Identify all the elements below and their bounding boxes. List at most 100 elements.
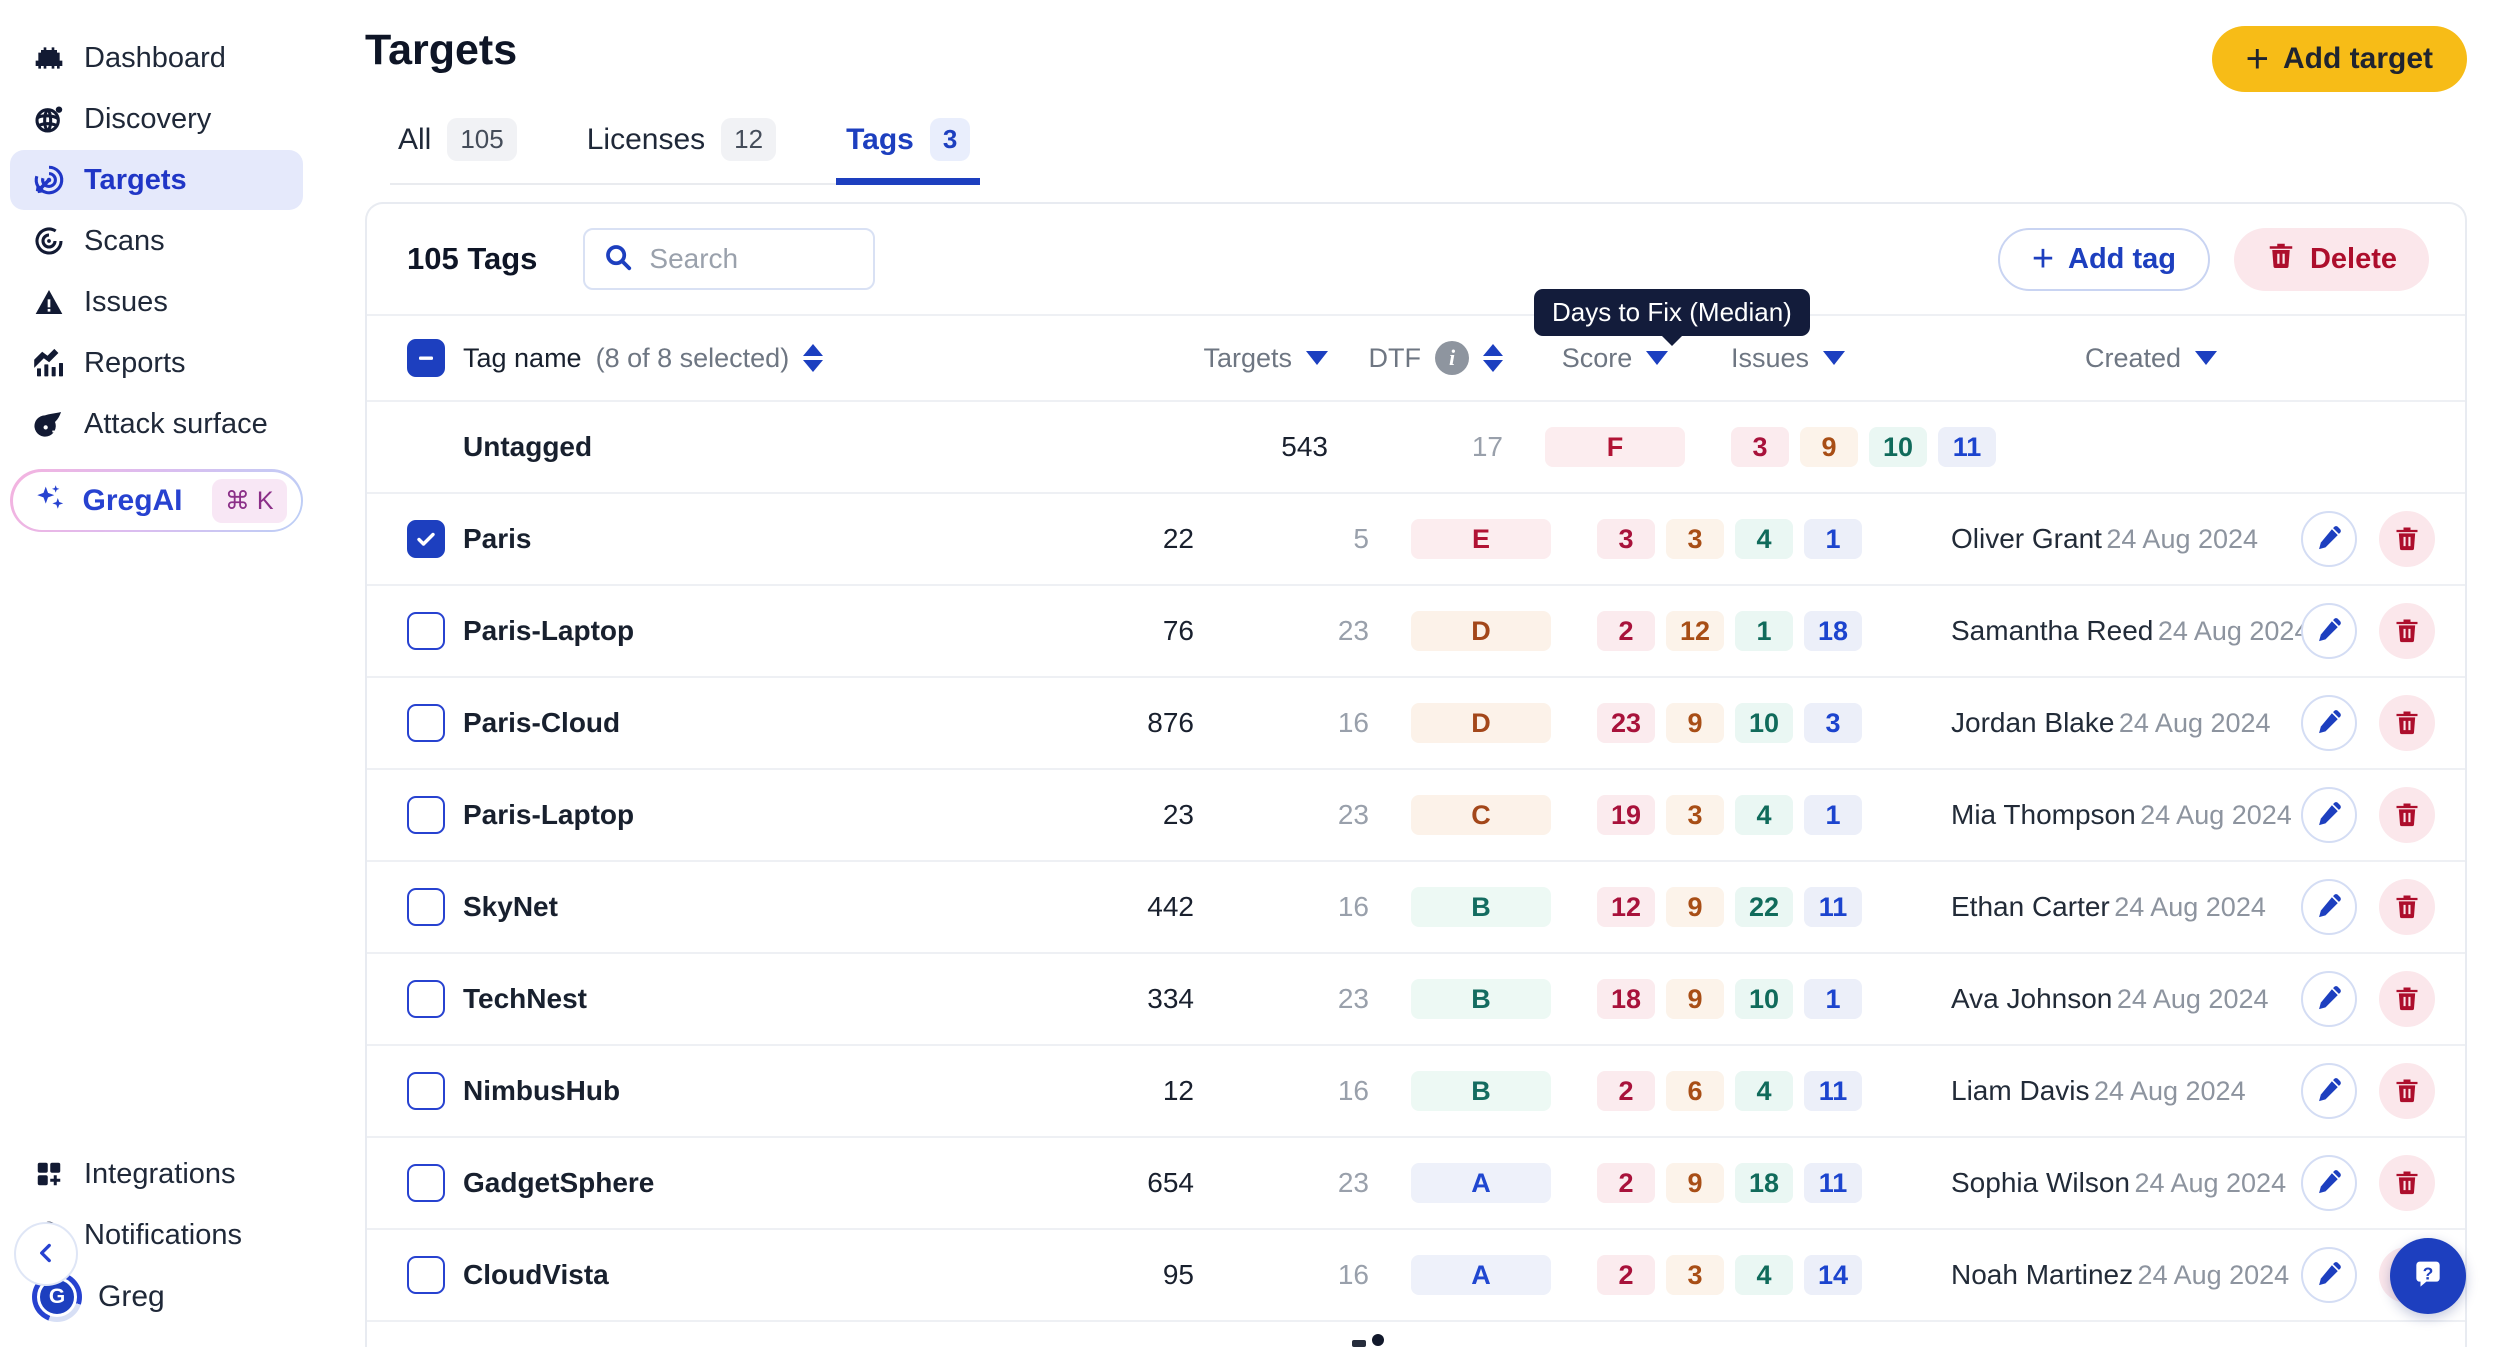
- add-tag-button[interactable]: + Add tag: [1998, 228, 2210, 291]
- delete-button[interactable]: Delete: [2234, 228, 2429, 291]
- row-checkbox[interactable]: [407, 1072, 445, 1110]
- row-checkbox[interactable]: [407, 796, 445, 834]
- sidebar-item-reports[interactable]: Reports: [10, 333, 303, 393]
- sidebar-item-label: Discovery: [84, 103, 211, 136]
- edit-tag-button[interactable]: [2301, 971, 2357, 1027]
- issue-count-badge: 11: [1804, 1163, 1862, 1203]
- edit-tag-button[interactable]: [2301, 695, 2357, 751]
- score-badge: B: [1411, 887, 1551, 927]
- search-input[interactable]: [649, 243, 855, 275]
- column-header-targets: Targets: [1203, 343, 1292, 374]
- collapse-sidebar-button[interactable]: [14, 1222, 78, 1286]
- tab-all[interactable]: All 105: [396, 110, 519, 183]
- row-checkbox[interactable]: [407, 888, 445, 926]
- warning-icon: [32, 285, 66, 319]
- row-checkbox[interactable]: [407, 1164, 445, 1202]
- delete-tag-button[interactable]: [2379, 695, 2435, 751]
- tag-name: Paris: [463, 523, 532, 555]
- edit-tag-button[interactable]: [2301, 1063, 2357, 1119]
- issue-count-badge: 2: [1597, 1071, 1655, 1111]
- issue-count-badge: 19: [1597, 795, 1655, 835]
- selection-summary: (8 of 8 selected): [596, 343, 790, 374]
- add-target-button[interactable]: + Add target: [2212, 26, 2467, 92]
- sidebar-item-label: Dashboard: [84, 42, 226, 75]
- svg-text:?: ?: [2423, 1263, 2434, 1283]
- tag-name: TechNest: [463, 983, 587, 1015]
- search-box[interactable]: [583, 228, 875, 290]
- next-row-partial: [1352, 1334, 1392, 1347]
- edit-tag-button[interactable]: [2301, 1247, 2357, 1303]
- info-icon[interactable]: i: [1435, 341, 1469, 375]
- sidebar-item-attack-surface[interactable]: Attack surface: [10, 394, 303, 454]
- edit-tag-button[interactable]: [2301, 787, 2357, 843]
- sidebar-item-targets[interactable]: Targets: [10, 150, 303, 210]
- row-checkbox[interactable]: [407, 1256, 445, 1294]
- delete-tag-button[interactable]: [2379, 879, 2435, 935]
- tab-bar: All 105 Licenses 12 Tags 3: [390, 110, 978, 185]
- issue-count-badge: 4: [1735, 795, 1793, 835]
- edit-tag-button[interactable]: [2301, 511, 2357, 567]
- issue-count-badge: 3: [1666, 519, 1724, 559]
- trash-icon: [2266, 240, 2296, 278]
- score-badge: F: [1545, 427, 1685, 467]
- target-icon: [32, 163, 66, 197]
- chevron-down-icon[interactable]: [1823, 351, 1845, 365]
- row-checkbox[interactable]: [407, 704, 445, 742]
- table-row: Paris-Cloud87616D239103Jordan Blake 24 A…: [367, 678, 2465, 770]
- row-checkbox[interactable]: [407, 612, 445, 650]
- created-by: Sophia Wilson: [1951, 1167, 2130, 1198]
- table-toolbar: 105 Tags + Add tag Delete: [367, 204, 2465, 316]
- select-all-checkbox[interactable]: [407, 339, 445, 377]
- table-row: Untagged54317F391011: [367, 402, 2465, 494]
- score-badge: C: [1411, 795, 1551, 835]
- delete-tag-button[interactable]: [2379, 971, 2435, 1027]
- chevron-left-icon: [33, 1240, 59, 1269]
- delete-tag-button[interactable]: [2379, 603, 2435, 659]
- table-row: Paris-Laptop7623D212118Samantha Reed 24 …: [367, 586, 2465, 678]
- sidebar-item-label: Attack surface: [84, 408, 268, 441]
- chevron-down-icon[interactable]: [2195, 351, 2217, 365]
- row-checkbox[interactable]: [407, 520, 445, 558]
- dtf-value: 16: [1338, 1075, 1369, 1107]
- sidebar-item-discovery[interactable]: Discovery: [10, 89, 303, 149]
- gregai-button[interactable]: GregAI ⌘ K: [10, 469, 303, 532]
- delete-tag-button[interactable]: [2379, 787, 2435, 843]
- sort-icon[interactable]: [1483, 344, 1503, 372]
- help-button[interactable]: ?: [2390, 1238, 2466, 1314]
- sidebar-item-dashboard[interactable]: Dashboard: [10, 28, 303, 88]
- edit-tag-button[interactable]: [2301, 879, 2357, 935]
- column-header-dtf: DTF: [1369, 343, 1421, 374]
- delete-tag-button[interactable]: [2379, 511, 2435, 567]
- globe-icon: [32, 102, 66, 136]
- issue-count-badge: 3: [1804, 703, 1862, 743]
- tag-name: Untagged: [463, 431, 592, 463]
- edit-tag-button[interactable]: [2301, 1155, 2357, 1211]
- issue-count-badge: 11: [1804, 887, 1862, 927]
- sidebar-item-label: Integrations: [84, 1158, 236, 1191]
- issue-count-badge: 10: [1735, 979, 1793, 1019]
- edit-tag-button[interactable]: [2301, 603, 2357, 659]
- created-by: Oliver Grant: [1951, 523, 2102, 554]
- tab-count-badge: 12: [721, 118, 776, 161]
- row-checkbox[interactable]: [407, 980, 445, 1018]
- sidebar-item-label: Targets: [84, 164, 187, 197]
- chevron-down-icon[interactable]: [1646, 351, 1668, 365]
- sort-icon[interactable]: [803, 344, 823, 372]
- table-header-row: Tag name (8 of 8 selected) Targets DTF i…: [367, 316, 2465, 402]
- created-date: 24 Aug 2024: [2138, 1260, 2290, 1290]
- sidebar-item-label: Notifications: [84, 1219, 242, 1252]
- sidebar-item-issues[interactable]: Issues: [10, 272, 303, 332]
- tab-licenses[interactable]: Licenses 12: [585, 110, 778, 183]
- sidebar-item-integrations[interactable]: Integrations: [10, 1144, 303, 1204]
- issue-count-badge: 3: [1597, 519, 1655, 559]
- pencil-icon: [2315, 892, 2343, 923]
- delete-tag-button[interactable]: [2379, 1063, 2435, 1119]
- delete-tag-button[interactable]: [2379, 1155, 2435, 1211]
- pencil-icon: [2315, 616, 2343, 647]
- tab-tags[interactable]: Tags 3: [844, 110, 972, 183]
- issue-count-badge: 3: [1666, 1255, 1724, 1295]
- chevron-down-icon[interactable]: [1306, 351, 1328, 365]
- sidebar-item-scans[interactable]: Scans: [10, 211, 303, 271]
- score-badge: D: [1411, 703, 1551, 743]
- score-badge: D: [1411, 611, 1551, 651]
